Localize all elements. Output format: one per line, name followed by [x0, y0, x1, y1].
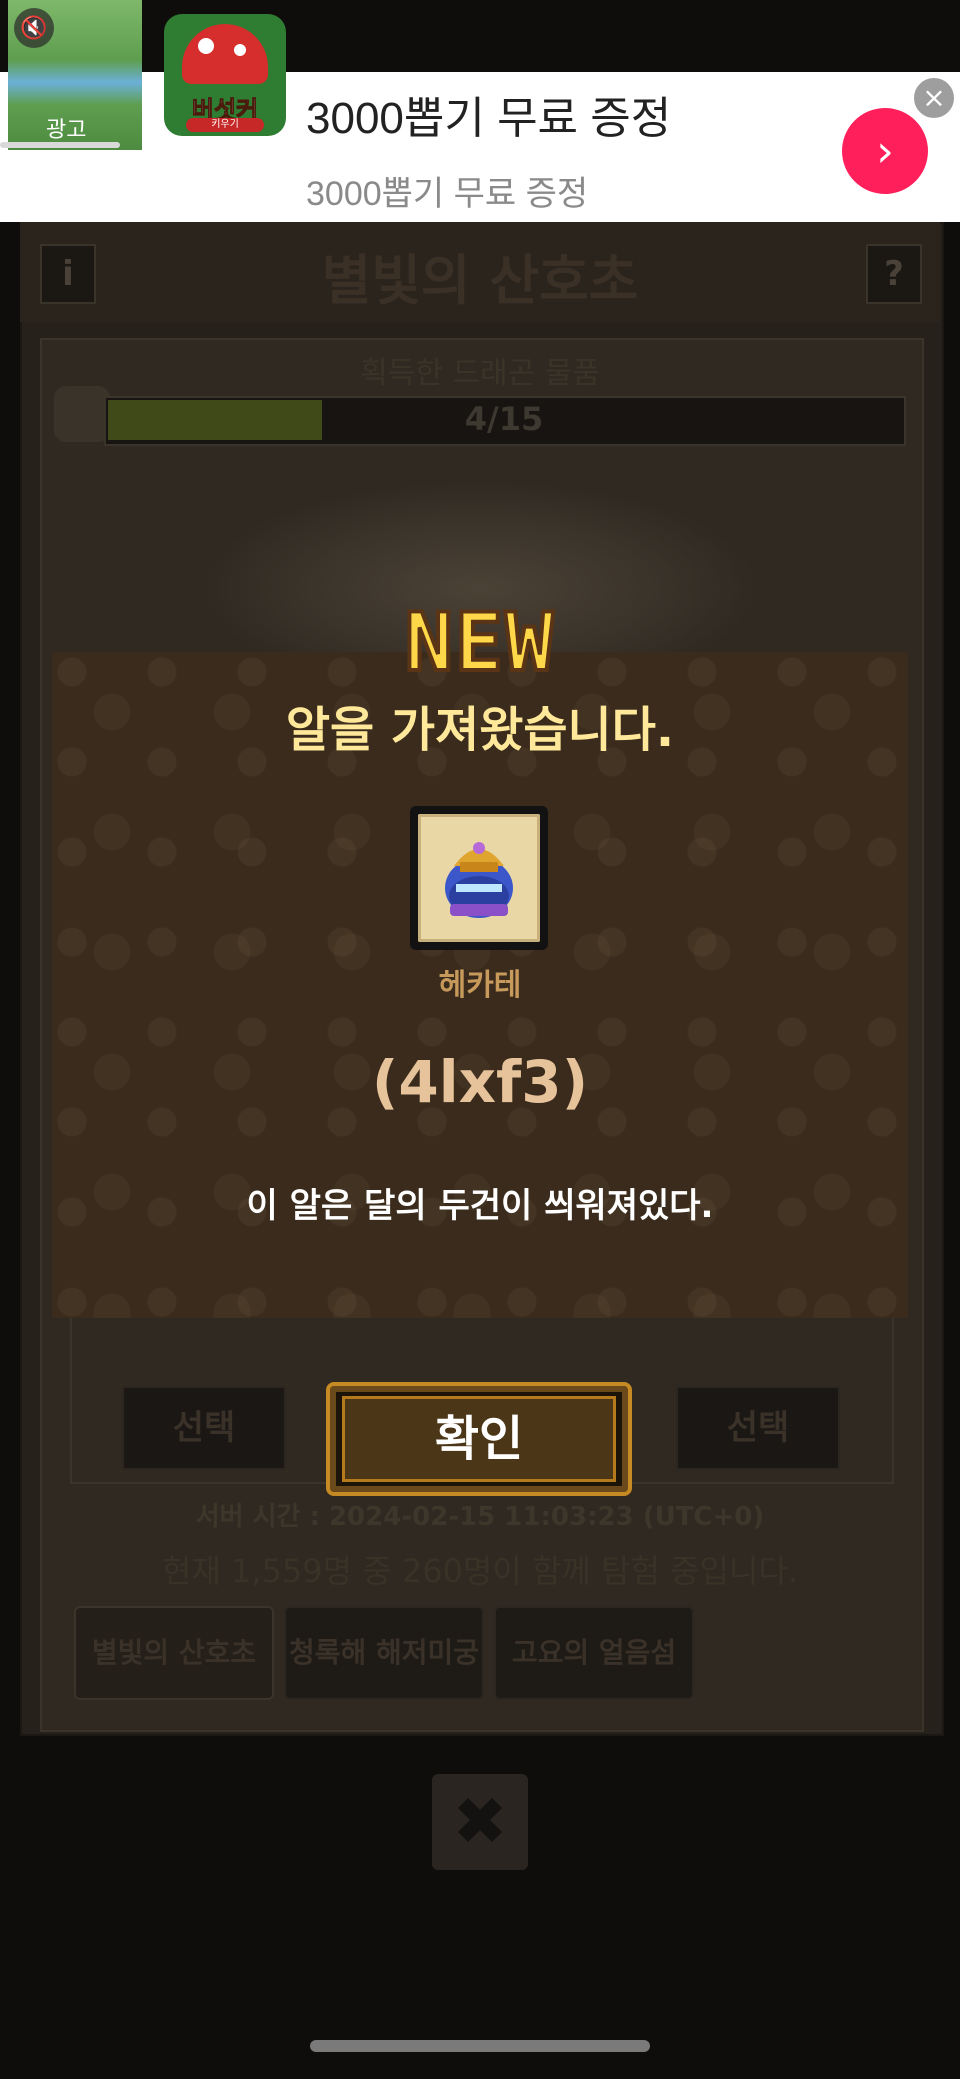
- popup-title: 알을 가져왔습니다.: [285, 702, 675, 758]
- ad-subtitle[interactable]: 3000뽑기 무료 증정: [306, 166, 588, 215]
- ad-cta-button[interactable]: ›: [842, 108, 928, 194]
- ad-app-brand-sub: 키우기: [186, 118, 264, 132]
- egg-description: 이 알은 달의 두건이 씌워져있다.: [246, 1186, 714, 1226]
- mushroom-spot-icon: [198, 38, 214, 54]
- select-button-right[interactable]: 선택: [676, 1386, 840, 1470]
- tab-teal-sea-labyrinth[interactable]: 청록해 해저미궁: [284, 1606, 484, 1700]
- event-title: 별빛의 산호초: [321, 249, 639, 312]
- ad-title[interactable]: 3000뽑기 무료 증정: [306, 82, 671, 146]
- confirm-button-label[interactable]: 확인: [342, 1396, 616, 1482]
- ad-label: 광고: [46, 118, 87, 143]
- explorer-count: 현재 1,559명 중 260명이 함께 탐험 중입니다.: [161, 1552, 799, 1590]
- tab-silent-ice-island[interactable]: 고요의 얼음섬: [494, 1606, 694, 1700]
- hooded-egg-icon: [445, 842, 513, 918]
- egg-icon: [54, 386, 110, 442]
- mute-icon[interactable]: 🔇: [14, 8, 54, 48]
- chevron-right-icon: ›: [876, 125, 894, 177]
- tab-starlight-reef[interactable]: 별빛의 산호초: [74, 1606, 274, 1700]
- mushroom-cap-icon: [182, 24, 268, 84]
- egg-code: (4lxf3): [371, 1048, 589, 1116]
- ad-close-button[interactable]: ×: [912, 76, 956, 120]
- close-button[interactable]: ✖: [432, 1774, 528, 1870]
- progress-label: 획득한 드래곤 물품: [360, 356, 600, 391]
- collection-progress-text: 4/15: [464, 400, 544, 438]
- select-button-left[interactable]: 선택: [122, 1386, 286, 1470]
- egg-name: 헤카테: [438, 968, 522, 1003]
- ad-video-progress: [0, 142, 120, 148]
- home-indicator[interactable]: [310, 2040, 650, 2052]
- server-time: 서버 시간 : 2024-02-15 11:03:23 (UTC+0): [195, 1502, 765, 1532]
- info-button[interactable]: i: [40, 244, 96, 304]
- new-badge: NEW: [403, 594, 556, 691]
- ad-app-icon[interactable]: 버섯커 키우기: [164, 14, 286, 136]
- close-icon: ×: [922, 81, 946, 114]
- mushroom-spot-icon: [234, 44, 246, 56]
- help-button[interactable]: ?: [866, 244, 922, 304]
